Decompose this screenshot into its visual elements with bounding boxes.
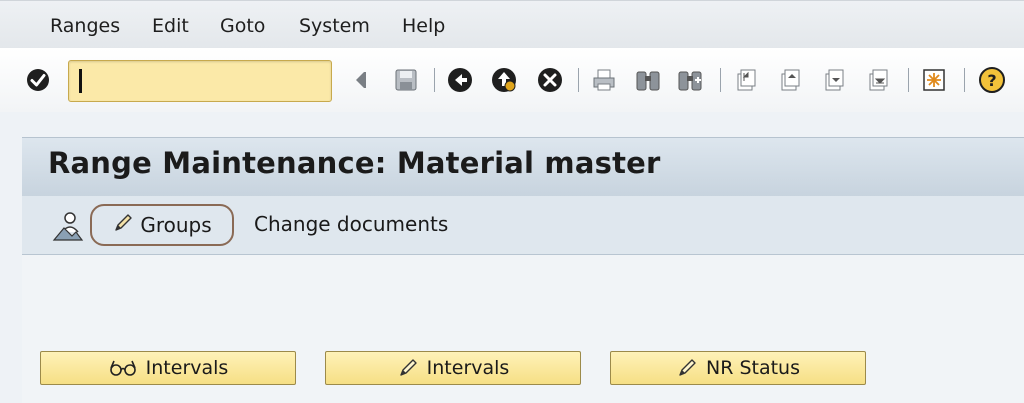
- toolbar-separator: [578, 68, 579, 92]
- text-cursor: [79, 69, 82, 93]
- user-icon[interactable]: [52, 210, 84, 246]
- toolbar-separator: [908, 68, 909, 92]
- menu-ranges[interactable]: Ranges: [50, 15, 120, 37]
- find-icon[interactable]: [634, 66, 662, 94]
- find-next-icon[interactable]: [676, 66, 704, 94]
- nr-status-button[interactable]: NR Status: [610, 351, 866, 385]
- page-title: Range Maintenance: Material master: [48, 146, 661, 180]
- save-icon[interactable]: [392, 66, 420, 94]
- back-icon[interactable]: [446, 66, 474, 94]
- print-icon[interactable]: [590, 66, 618, 94]
- menu-system[interactable]: System: [299, 15, 370, 37]
- menu-help[interactable]: Help: [402, 15, 445, 37]
- menu-edit[interactable]: Edit: [152, 15, 189, 37]
- pencil-icon: [112, 212, 134, 238]
- command-field[interactable]: [68, 60, 332, 102]
- cancel-icon[interactable]: [536, 66, 564, 94]
- pencil-icon: [676, 357, 698, 379]
- create-session-icon[interactable]: [920, 66, 948, 94]
- collapse-arrow-icon[interactable]: [346, 66, 374, 94]
- menu-bar: Ranges Edit Goto System Help: [0, 0, 1024, 49]
- change-documents-button[interactable]: Change documents: [254, 212, 448, 236]
- display-intervals-label: Intervals: [145, 357, 229, 379]
- toolbar-separator: [964, 68, 965, 92]
- command-input[interactable]: [87, 69, 321, 95]
- help-icon[interactable]: ?: [978, 66, 1006, 94]
- first-page-icon[interactable]: [732, 66, 760, 94]
- exit-icon[interactable]: [490, 66, 518, 94]
- svg-text:?: ?: [987, 71, 996, 90]
- menu-goto[interactable]: Goto: [220, 15, 265, 37]
- groups-label: Groups: [140, 213, 212, 237]
- pencil-icon: [397, 357, 419, 379]
- enter-icon[interactable]: [24, 66, 52, 94]
- change-intervals-label: Intervals: [426, 357, 510, 379]
- nr-status-label: NR Status: [706, 357, 800, 379]
- display-intervals-button[interactable]: Intervals: [40, 351, 296, 385]
- groups-button[interactable]: Groups: [90, 204, 234, 246]
- change-intervals-button[interactable]: Intervals: [325, 351, 581, 385]
- last-page-icon[interactable]: [864, 66, 892, 94]
- glasses-icon: [108, 358, 138, 378]
- toolbar-separator: [720, 68, 721, 92]
- next-page-icon[interactable]: [820, 66, 848, 94]
- toolbar-separator: [434, 68, 435, 92]
- previous-page-icon[interactable]: [776, 66, 804, 94]
